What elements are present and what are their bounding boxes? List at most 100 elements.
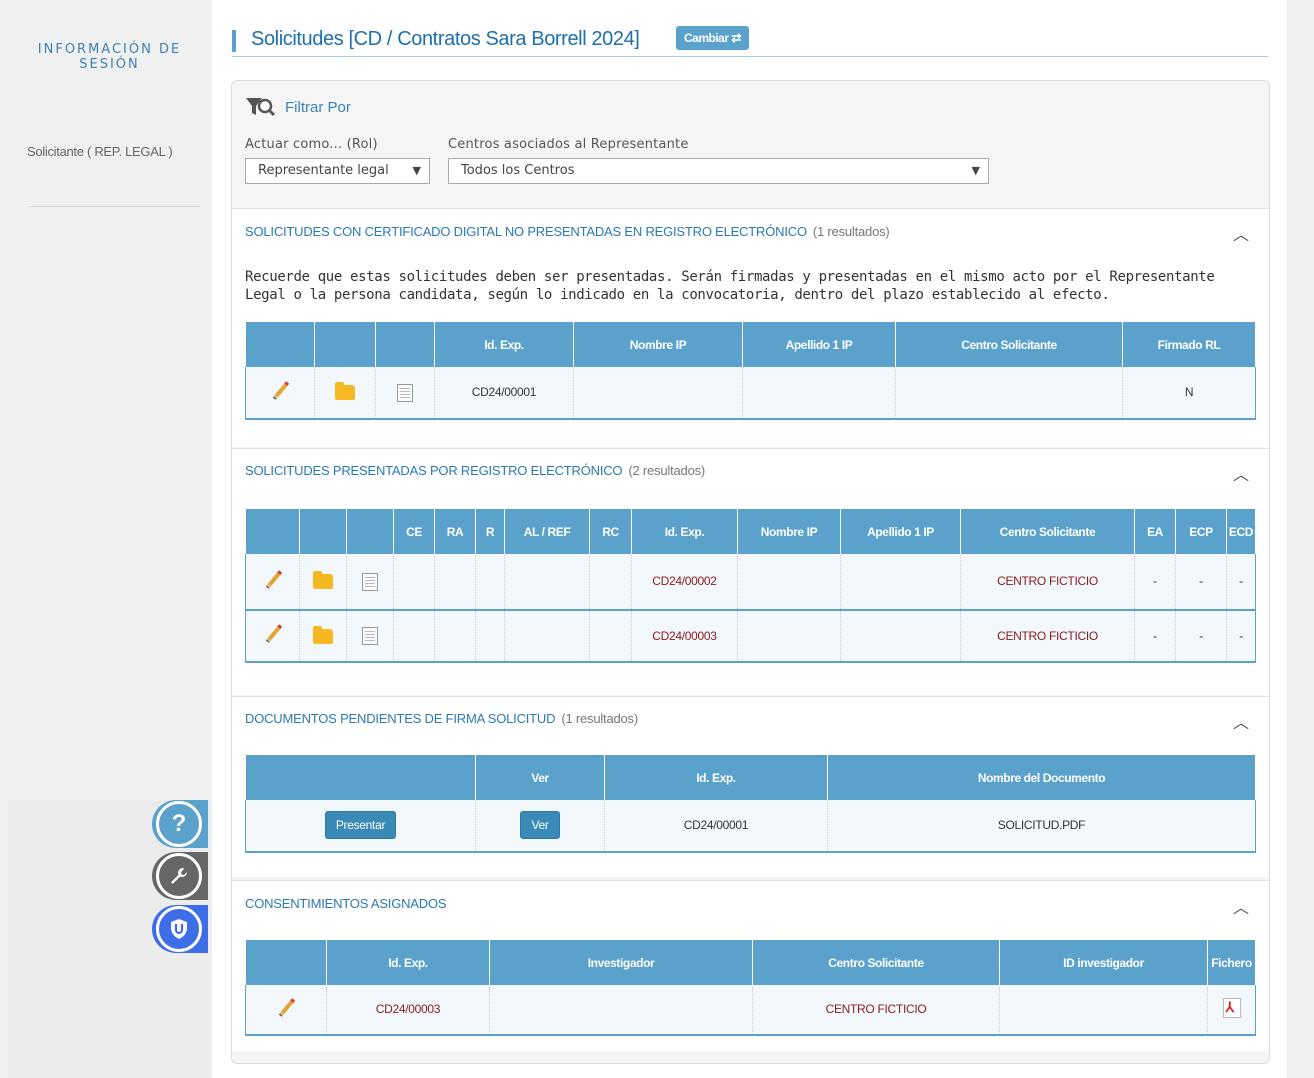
col-doc	[375, 322, 435, 367]
col-doc	[346, 509, 394, 554]
pencil-icon[interactable]	[263, 570, 283, 590]
session-info-title: INFORMACIÓN DE SESIÓN	[37, 42, 182, 72]
collapse-icon[interactable]: ︿	[1233, 894, 1249, 918]
col-ra: RA	[434, 509, 476, 554]
apellido-ip-cell	[742, 366, 896, 420]
ce-cell	[393, 553, 435, 611]
ra-cell	[434, 553, 476, 611]
apellido-ip-cell	[840, 609, 961, 663]
col-ver: Ver	[475, 755, 605, 800]
col-id-exp: Id. Exp.	[434, 322, 574, 367]
col-r: R	[475, 509, 505, 554]
pdf-icon[interactable]	[1222, 997, 1241, 1018]
folder-icon[interactable]	[335, 382, 355, 400]
nombre-ip-cell	[737, 609, 841, 663]
table-row: CD24/00002 CENTRO FICTICIO - - -	[245, 553, 1256, 611]
col-centro: Centro Solicitante	[960, 509, 1135, 554]
tools-tab[interactable]	[152, 852, 208, 900]
edit-cell	[245, 609, 300, 663]
nombre-ip-cell	[737, 553, 841, 611]
col-id-exp: Id. Exp.	[326, 940, 490, 985]
col-edit	[245, 940, 327, 985]
ecp-cell: -	[1175, 553, 1227, 611]
id-exp-cell: CD24/00003	[631, 609, 738, 663]
folder-icon[interactable]	[313, 625, 333, 644]
filter-header[interactable]: Filtrar Por	[245, 96, 351, 118]
centro-cell: CENTRO FICTICIO	[960, 609, 1135, 663]
section-unsubmitted-header[interactable]: SOLICITUDES CON CERTIFICADO DIGITAL NO P…	[245, 224, 890, 239]
id-exp-cell: CD24/00001	[604, 799, 828, 853]
col-nombre-ip: Nombre IP	[737, 509, 841, 554]
section-title: CONSENTIMIENTOS ASIGNADOS	[245, 896, 447, 911]
col-firmado-rl: Firmado RL	[1122, 322, 1256, 367]
pencil-icon[interactable]	[270, 381, 290, 401]
pencil-icon[interactable]	[263, 624, 283, 644]
edit-cell	[245, 553, 300, 611]
col-edit	[245, 509, 300, 554]
col-ea: EA	[1134, 509, 1176, 554]
role-select-value: Representante legal	[258, 163, 389, 178]
table-row: CD24/00003 CENTRO FICTICIO	[245, 984, 1256, 1036]
folder-cell	[314, 366, 376, 420]
doc-cell	[346, 553, 394, 611]
document-icon[interactable]	[397, 383, 413, 402]
collapse-icon[interactable]: ︿	[1233, 221, 1249, 245]
documento-cell: SOLICITUD.PDF	[827, 799, 1256, 853]
investigador-cell	[489, 984, 753, 1036]
collapse-icon[interactable]: ︿	[1233, 709, 1249, 733]
col-fichero: Fichero	[1207, 940, 1256, 985]
notice-text: Recuerde que estas solicitudes deben ser…	[245, 269, 1215, 303]
col-id-exp: Id. Exp.	[604, 755, 828, 800]
result-count: (2 resultados)	[628, 463, 706, 478]
privacy-tab[interactable]	[152, 905, 208, 953]
filter-search-icon	[246, 98, 276, 117]
section-consents-header[interactable]: CONSENTIMIENTOS ASIGNADOS	[245, 896, 447, 911]
col-documento: Nombre del Documento	[827, 755, 1256, 800]
centro-cell: CENTRO FICTICIO	[960, 553, 1135, 611]
folder-icon[interactable]	[313, 571, 333, 589]
unsubmitted-table: Id. Exp. Nombre IP Apellido 1 IP Centro …	[245, 322, 1256, 420]
centers-select-value: Todos los Centros	[461, 163, 575, 178]
document-icon[interactable]	[362, 627, 378, 645]
section-pending-docs-header[interactable]: DOCUMENTOS PENDIENTES DE FIRMA SOLICITUD…	[245, 711, 638, 726]
ecd-cell: -	[1226, 553, 1256, 611]
help-tab[interactable]: ?	[152, 800, 208, 848]
present-button[interactable]: Presentar	[324, 811, 397, 839]
pencil-icon[interactable]	[276, 998, 296, 1018]
ra-cell	[434, 609, 476, 663]
doc-cell	[375, 366, 435, 420]
col-centro: Centro Solicitante	[752, 940, 1000, 985]
col-edit	[245, 322, 315, 367]
collapse-icon[interactable]: ︿	[1233, 461, 1249, 485]
col-id-investigador: ID investigador	[999, 940, 1208, 985]
view-button[interactable]: Ver	[520, 811, 560, 839]
id-exp-cell: CD24/00001	[434, 366, 574, 420]
centers-select[interactable]: Todos los Centros ▼	[448, 158, 989, 184]
ce-cell	[393, 609, 435, 663]
result-count: (1 resultados)	[561, 711, 638, 726]
document-icon[interactable]	[362, 572, 378, 591]
col-al-ref: AL / REF	[504, 509, 590, 554]
change-button[interactable]: Cambiar ⇄	[676, 26, 749, 50]
ecd-cell: -	[1226, 609, 1256, 663]
col-apellido-ip: Apellido 1 IP	[840, 509, 961, 554]
col-investigador: Investigador	[489, 940, 753, 985]
page-title: Solicitudes [CD / Contratos Sara Borrell…	[251, 28, 640, 50]
col-action	[245, 755, 476, 800]
col-folder	[314, 322, 376, 367]
nombre-ip-cell	[573, 366, 743, 420]
edit-cell	[245, 366, 315, 420]
section-title: DOCUMENTOS PENDIENTES DE FIRMA SOLICITUD	[245, 711, 556, 726]
role-select[interactable]: Representante legal ▼	[245, 158, 430, 184]
firmado-cell: N	[1122, 366, 1256, 420]
wrench-icon	[156, 853, 202, 899]
col-ce: CE	[393, 509, 435, 554]
col-ecd: ECD	[1226, 509, 1256, 554]
action-cell: Presentar	[245, 799, 476, 853]
folder-cell	[299, 553, 347, 611]
chevron-down-icon: ▼	[971, 164, 980, 177]
centro-cell	[895, 366, 1123, 420]
role-label: Actuar como... (Rol)	[245, 137, 378, 152]
help-icon: ?	[156, 801, 202, 847]
section-submitted-header[interactable]: SOLICITUDES PRESENTADAS POR REGISTRO ELE…	[245, 463, 705, 478]
